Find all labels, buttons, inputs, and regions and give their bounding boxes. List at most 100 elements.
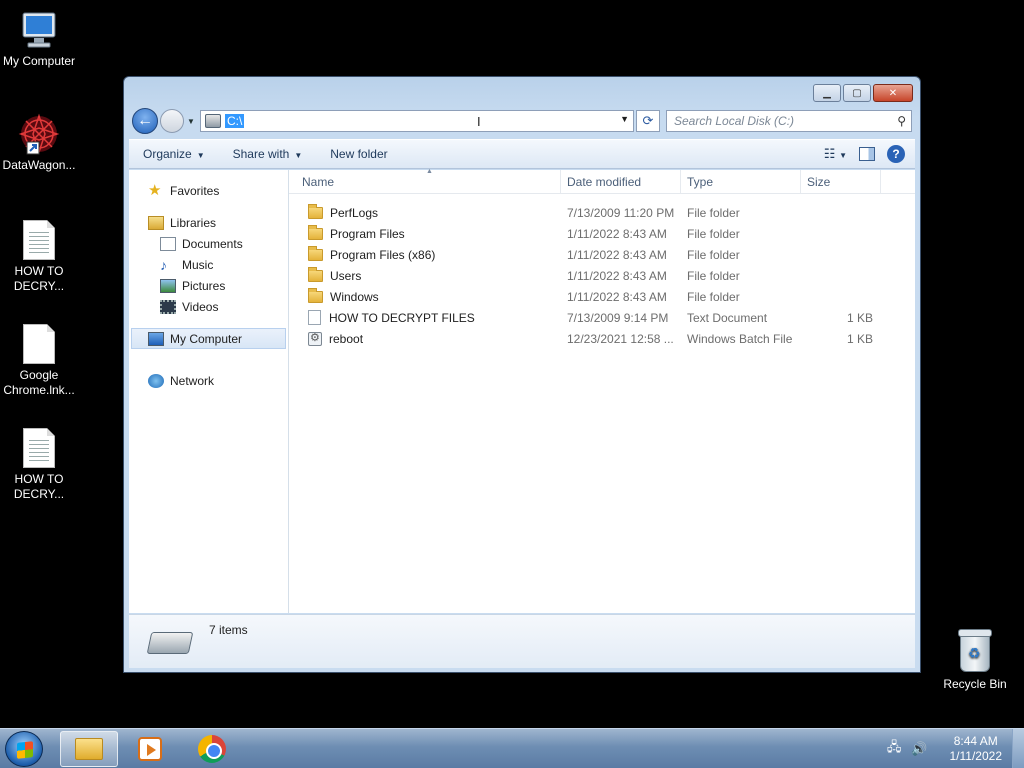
desktop-icon-label: My Computer [2,54,76,68]
desktop-icon-datawagon[interactable]: DataWagon... [1,112,77,173]
main-content: ★ Favorites Libraries Documents ♪ Music … [129,168,915,613]
start-button[interactable] [5,731,43,767]
nav-item-favorites[interactable]: ★ Favorites [129,180,288,201]
text-document-icon [308,310,321,325]
windows-logo-icon [17,741,33,759]
nav-item-music[interactable]: ♪ Music [129,254,288,275]
sort-arrow-icon: ▲ [426,168,433,175]
libraries-icon [148,215,164,230]
nav-item-videos[interactable]: Videos [129,296,288,317]
preview-pane-icon[interactable] [859,147,875,161]
forward-button[interactable] [160,109,184,133]
folder-icon [308,224,323,240]
computer-icon [148,331,164,346]
recent-pages-dropdown[interactable]: ▼ [187,117,197,126]
desktop-icon-label: DataWagon... [2,158,76,172]
file-row[interactable]: HOW TO DECRYPT FILES 7/13/2009 9:14 PM T… [289,307,915,328]
desktop-icon-my-computer[interactable]: My Computer [1,10,77,69]
taskbar: 🖧 🔊 8:44 AM 1/11/2022 [0,728,1024,768]
address-bar[interactable]: C:\ I ▼ [200,110,634,132]
refresh-button[interactable]: ⟳ [636,110,660,132]
chevron-down-icon: ▼ [196,151,205,160]
share-with-button[interactable]: Share with ▼ [233,147,303,161]
desktop-icon-label: Recycle Bin [943,677,1007,691]
nav-item-network[interactable]: Network [129,370,288,391]
videos-icon [160,299,176,314]
star-icon: ★ [148,181,162,199]
nav-item-libraries[interactable]: Libraries [129,212,288,233]
taskbar-explorer[interactable] [60,731,118,767]
chrome-icon [198,735,226,763]
media-player-icon [138,737,162,761]
blank-file-icon [23,324,55,364]
desktop-icon-label: HOW TO DECRY... [13,264,65,293]
search-input[interactable]: Search Local Disk (C:) ⚲ [666,110,912,132]
chevron-down-icon: ▼ [294,151,303,160]
desktop-icon-how-to-decrypt-1[interactable]: HOW TO DECRY... [1,220,77,294]
pictures-icon [160,278,176,293]
text-cursor-icon: I [477,114,481,129]
folder-icon [308,287,323,303]
file-row[interactable]: Windows 1/11/2022 8:43 AM File folder [289,286,915,307]
show-desktop-button[interactable] [1012,729,1024,768]
text-document-icon [23,428,55,468]
music-icon: ♪ [160,256,167,273]
window-controls: ▁ ▢ ✕ [813,84,913,102]
system-tray: 🖧 🔊 8:44 AM 1/11/2022 [887,729,1024,768]
folder-icon [308,266,323,282]
column-header-size[interactable]: Size [801,170,881,193]
folder-icon [75,738,103,760]
file-row[interactable]: reboot 12/23/2021 12:58 ... Windows Batc… [289,328,915,349]
taskbar-media-player[interactable] [121,731,179,767]
nav-item-pictures[interactable]: Pictures [129,275,288,296]
change-view-icon[interactable]: ☷ ▼ [824,146,847,162]
file-row[interactable]: PerfLogs 7/13/2009 11:20 PM File folder [289,202,915,223]
nav-item-documents[interactable]: Documents [129,233,288,254]
back-button[interactable]: ← [132,108,158,134]
desktop-icon-google-chrome-lnk[interactable]: Google Chrome.lnk... [1,324,77,398]
column-header-type[interactable]: Type [681,170,801,193]
folder-icon [308,203,323,219]
maximize-button[interactable]: ▢ [843,84,871,102]
column-header-name[interactable]: ▲ Name [289,168,561,193]
search-icon[interactable]: ⚲ [897,114,906,128]
network-status-icon[interactable]: 🖧 [887,738,902,760]
clock-time: 8:44 AM [953,734,998,748]
hard-drive-icon [146,632,194,654]
desktop-icon-label: Google Chrome.lnk... [3,368,75,397]
desktop-icon-how-to-decrypt-2[interactable]: HOW TO DECRY... [1,428,77,502]
folder-icon [308,245,323,261]
drive-icon [205,114,221,128]
search-placeholder: Search Local Disk (C:) [674,114,795,128]
navigation-bar: ← ▼ C:\ I ▼ ⟳ Search Local Disk (C:) ⚲ [132,108,912,134]
items-count: 7 items [209,623,248,637]
computer-icon [22,12,56,48]
file-row[interactable]: Program Files (x86) 1/11/2022 8:43 AM Fi… [289,244,915,265]
recycle-bin-icon [958,629,992,672]
nav-item-my-computer[interactable]: My Computer [131,328,286,349]
address-dropdown-icon[interactable]: ▼ [620,114,629,124]
minimize-button[interactable]: ▁ [813,84,841,102]
explorer-window: ▁ ▢ ✕ ← ▼ C:\ I ▼ ⟳ Search Local Disk (C… [123,76,921,673]
file-row[interactable]: Users 1/11/2022 8:43 AM File folder [289,265,915,286]
address-path[interactable]: C:\ [225,114,245,128]
desktop-icon-recycle-bin[interactable]: Recycle Bin [942,629,1008,691]
organize-button[interactable]: Organize ▼ [143,147,205,161]
batch-file-icon [308,331,322,346]
details-pane: 7 items [129,614,915,668]
navigation-pane: ★ Favorites Libraries Documents ♪ Music … [129,170,289,613]
new-folder-button[interactable]: New folder [330,147,387,161]
volume-icon[interactable]: 🔊 [911,741,927,757]
taskbar-chrome[interactable] [183,731,241,767]
column-header-date-modified[interactable]: Date modified [561,170,681,193]
clock[interactable]: 8:44 AM 1/11/2022 [950,734,1003,764]
close-button[interactable]: ✕ [873,84,913,102]
file-list: ▲ Name Date modified Type Size PerfLogs 7… [289,168,915,613]
desktop-icon-label: HOW TO DECRY... [13,472,65,501]
text-document-icon [23,220,55,260]
file-row[interactable]: Program Files 1/11/2022 8:43 AM File fol… [289,223,915,244]
help-icon[interactable]: ? [887,145,905,163]
clock-date: 1/11/2022 [949,749,1003,763]
command-bar: Organize ▼ Share with ▼ New folder ☷ ▼ ? [129,139,915,169]
documents-icon [160,236,176,251]
